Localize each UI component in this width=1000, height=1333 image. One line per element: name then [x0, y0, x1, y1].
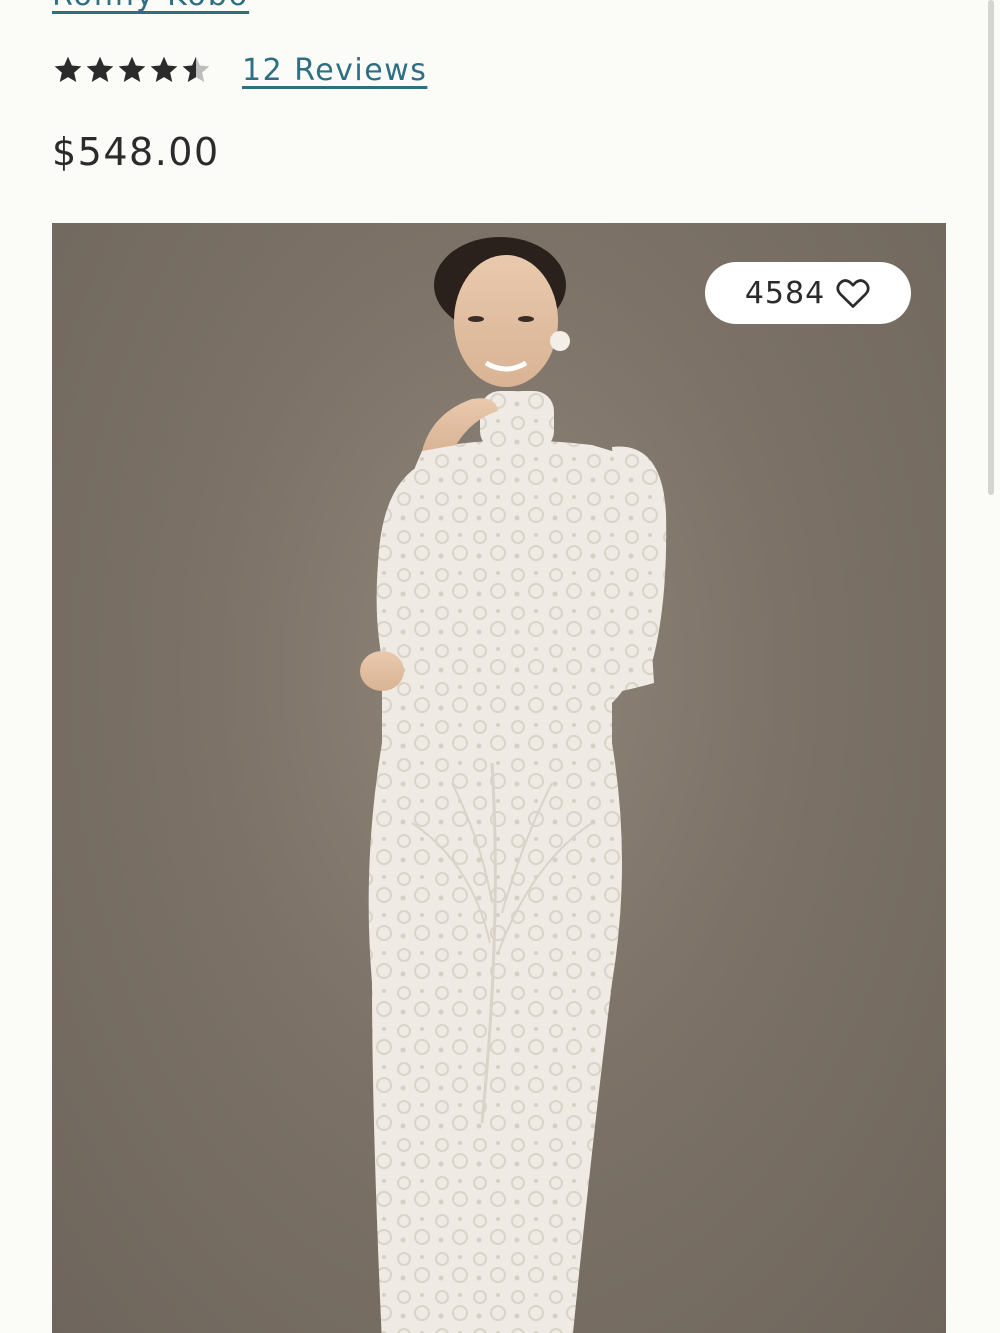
like-count: 4584 [744, 275, 826, 311]
scrollbar[interactable] [988, 0, 994, 495]
star-icon [150, 56, 178, 82]
star-rating [52, 54, 212, 86]
star-icon [86, 56, 114, 82]
rating-row: 12 Reviews [52, 48, 427, 92]
product-photo[interactable] [52, 223, 946, 1333]
star-icon [118, 56, 146, 82]
model-illustration [360, 237, 667, 1333]
half-star-icon [182, 56, 210, 82]
reviews-link[interactable]: 12 Reviews [242, 53, 427, 88]
heart-icon [836, 279, 870, 308]
star-icon [54, 56, 82, 82]
product-price: $548.00 [52, 130, 220, 174]
product-detail-page: Ronny Kobo 12 Reviews $548.00 [0, 0, 1000, 1333]
brand-link[interactable]: Ronny Kobo [52, 0, 249, 13]
like-button[interactable]: 4584 [705, 262, 911, 324]
